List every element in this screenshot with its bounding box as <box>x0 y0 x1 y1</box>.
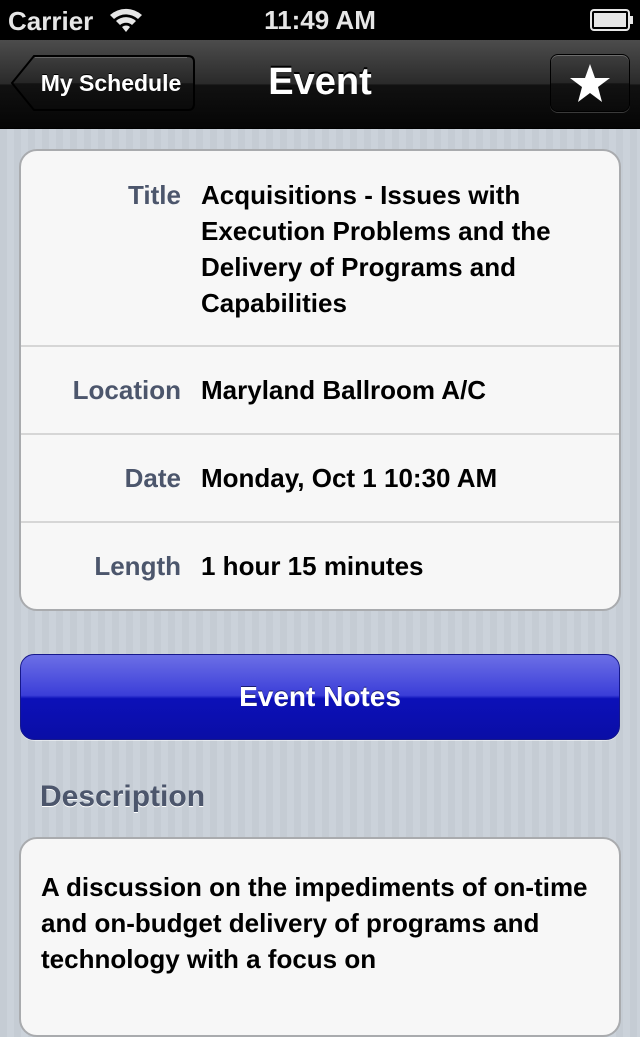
back-button[interactable]: My Schedule <box>10 54 196 112</box>
battery-icon <box>590 9 633 31</box>
length-row: Length 1 hour 15 minutes <box>21 521 619 609</box>
length-label: Length <box>94 551 181 581</box>
event-notes-button[interactable]: Event Notes <box>20 654 620 740</box>
title-row: Title Acquisitions - Issues with Executi… <box>21 151 619 345</box>
description-text: A discussion on the impediments of on-ti… <box>41 872 588 974</box>
page-title: Event <box>268 61 372 103</box>
star-icon <box>570 64 610 102</box>
length-value: 1 hour 15 minutes <box>201 551 424 581</box>
description-card: A discussion on the impediments of on-ti… <box>19 837 621 1037</box>
title-value: Acquisitions - Issues with Execution Pro… <box>201 180 551 318</box>
date-value: Monday, Oct 1 10:30 AM <box>201 463 498 493</box>
description-heading: Description <box>40 780 206 813</box>
favorite-button[interactable] <box>550 54 630 112</box>
title-label: Title <box>128 180 181 210</box>
location-row: Location Maryland Ballroom A/C <box>21 345 619 433</box>
date-label: Date <box>124 463 181 493</box>
location-label: Location <box>72 375 181 405</box>
location-value: Maryland Ballroom A/C <box>201 375 487 405</box>
event-notes-label: Event Notes <box>239 681 401 712</box>
clock-label: 11:49 AM <box>264 5 376 35</box>
event-details-card: Title Acquisitions - Issues with Executi… <box>19 149 621 611</box>
navigation-bar: My Schedule Event <box>0 40 640 129</box>
status-bar: Carrier 11:49 AM <box>0 0 640 40</box>
back-button-label: My Schedule <box>40 70 182 96</box>
date-row: Date Monday, Oct 1 10:30 AM <box>21 433 619 521</box>
